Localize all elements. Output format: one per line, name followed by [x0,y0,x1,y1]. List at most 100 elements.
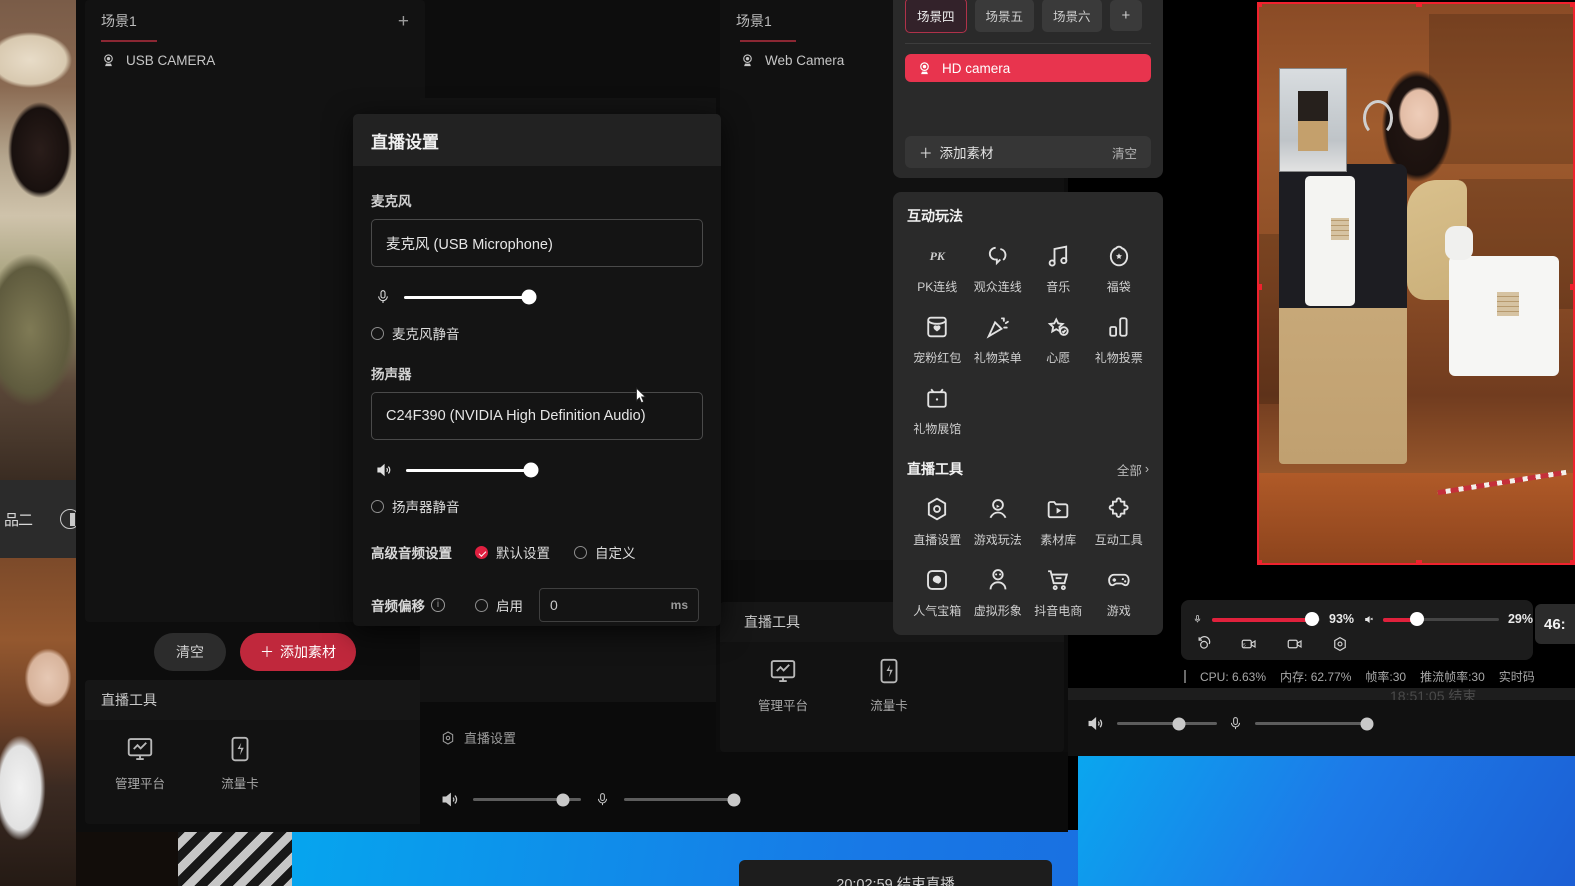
media-library-icon [1047,501,1069,519]
scene-tab-label-right[interactable]: 场景1 [736,11,772,31]
br-speaker-slider[interactable] [1117,717,1217,730]
live-tool-item-treasure-box[interactable]: 人气宝箱 [907,566,968,619]
add-scene-tab[interactable]: + [1109,0,1143,31]
br-mic-group [1228,714,1374,733]
tool-item-management[interactable]: 管理平台 [109,734,171,792]
live-tool-item-game[interactable]: 游戏 [1089,566,1150,619]
tool-item-traffic-card-right[interactable]: 流量卡 [858,656,920,714]
live-preview[interactable] [1257,2,1575,565]
scene-tab-1[interactable]: 场景五 [974,0,1035,32]
scene-tab-0[interactable]: 场景四 [905,0,967,33]
interaction-item-lucky-bag[interactable]: 福袋 [1089,242,1150,295]
source-item-usb-camera[interactable]: USB CAMERA [85,42,425,78]
left-strip-infobar: 品二 [0,480,80,558]
chevron-right-icon: › [1144,462,1149,476]
live-tools-all-link[interactable]: 全部 › [1117,460,1149,479]
add-material-label: 添加素材 [939,146,994,161]
speaker-volume-slider[interactable] [406,462,539,478]
live-tool-item-interactive[interactable]: 互动工具 [1089,495,1150,548]
add-material-label: 添加素材 [280,644,336,660]
speaker-slider[interactable] [473,793,581,806]
resize-handle-br[interactable] [1570,560,1573,563]
speaker-mute-icon[interactable] [1364,611,1375,628]
tool-item-traffic-card[interactable]: 流量卡 [209,734,271,792]
camera-icon [104,53,113,66]
audio-offset-unit: ms [670,598,688,612]
interactions-title: 互动玩法 [907,208,963,224]
preview-shirt-pocket [1331,218,1349,240]
settings-gear-icon[interactable] [1331,635,1349,653]
rotate-timer-icon[interactable] [1195,635,1213,653]
live-settings-entry[interactable]: 直播设置 [440,728,516,747]
resize-handle-tr[interactable] [1570,4,1573,7]
resize-handle-mr[interactable] [1570,283,1573,290]
resize-handle-bl[interactable] [1259,560,1262,563]
live-tool-item-media-library[interactable]: 素材库 [1028,495,1089,548]
control-speaker-slider[interactable] [1382,612,1499,626]
live-tools-title: 直播工具 [85,680,425,720]
speaker-select[interactable]: C24F390 (NVIDIA High Definition Audio) [371,392,703,440]
microphone-select[interactable]: 麦克风 (USB Microphone) [371,219,703,267]
clear-button-float[interactable]: 清空 [1112,143,1137,162]
dialog-body: 麦克风 麦克风 (USB Microphone) 麦克风静音 扬声器 C24F3… [353,166,721,622]
add-scene-icon[interactable]: + [398,12,409,31]
left-strip-label: 品二 [4,511,33,529]
mouse-cursor [635,386,647,404]
live-tool-label: 抖音电商 [1034,604,1083,618]
scene-tab-label[interactable]: 场景1 [101,11,137,31]
audio-offset-input[interactable]: 0 ms [539,588,699,622]
info-icon[interactable]: i [431,598,445,612]
resize-handle-tc[interactable] [1416,4,1422,7]
interaction-item-wish[interactable]: 心愿 [1028,313,1089,366]
microphone-label: 麦克风 [371,194,412,209]
puzzle-icon [1108,497,1129,518]
advanced-custom-radio[interactable] [574,545,587,559]
live-tool-item-game-play[interactable]: 游戏玩法 [968,495,1029,548]
preview-tee-pocket [1497,292,1519,316]
status-divider [1184,670,1186,683]
microphone-icon [1230,717,1241,730]
clear-button[interactable]: 清空 [154,633,226,671]
camera-switch-icon[interactable]: 5 [1239,635,1259,653]
live-tool-item-settings[interactable]: 直播设置 [907,495,968,548]
speaker-mute-radio[interactable] [371,499,384,513]
resize-handle-tl[interactable] [1259,4,1262,7]
speaker-icon [1088,716,1103,731]
microphone-mute-row[interactable]: 麦克风静音 [371,323,703,343]
audio-offset-enable-radio[interactable] [475,598,488,612]
resize-handle-ml[interactable] [1259,283,1262,290]
interaction-item-gift-menu[interactable]: 礼物菜单 [968,313,1029,366]
interaction-item-gift-gallery[interactable]: 礼物展馆 [907,384,968,437]
interaction-item-pk[interactable]: PK PK连线 [907,242,968,295]
add-material-button[interactable]: ＋ 添加素材 [240,633,356,671]
speaker-mute-row[interactable]: 扬声器静音 [371,496,703,516]
interaction-item-music[interactable]: 音乐 [1028,242,1089,295]
game-play-icon [989,499,1007,519]
tool-item-management-right[interactable]: 管理平台 [752,656,814,714]
source-item-hd-camera[interactable]: HD camera [905,54,1151,82]
br-mic-slider[interactable] [1255,717,1374,730]
camera-off-icon[interactable] [1285,635,1305,653]
scene-tab-2[interactable]: 场景六 [1042,0,1102,32]
interaction-item-audience-link[interactable]: 观众连线 [968,242,1029,295]
speaker-icon [442,792,458,807]
live-tool-item-douyin-ecommerce[interactable]: 抖音电商 [1028,566,1089,619]
speaker-device-value: C24F390 (NVIDIA High Definition Audio) [386,408,646,424]
left-thumbnail-bottom [0,558,76,886]
add-material-button-float[interactable]: ＋ 添加素材 [919,142,994,162]
interaction-item-gift-vote[interactable]: 礼物投票 [1089,313,1150,366]
microphone-volume-slider[interactable] [404,289,537,305]
scene-tab-underline-right [740,40,796,42]
end-live-button[interactable]: 20:02:59 结束直播 [739,860,1052,886]
control-mic-slider[interactable] [1212,612,1320,626]
plus-icon: ＋ [919,146,933,161]
interaction-item-red-packet[interactable]: 宠粉红包 [907,313,968,366]
live-tool-item-avatar[interactable]: 虚拟形象 [968,566,1029,619]
microphone-device-value: 麦克风 (USB Microphone) [386,236,553,253]
microphone-slider[interactable] [624,793,741,806]
microphone-mute-radio[interactable] [371,326,384,340]
advanced-default-radio[interactable] [475,545,488,559]
scene-source-card: 场景四 场景五 场景六 + HD camera ＋ 添加素材 清空 [893,0,1163,178]
resize-handle-bc[interactable] [1416,560,1422,563]
add-material-bar: ＋ 添加素材 清空 [905,136,1151,168]
